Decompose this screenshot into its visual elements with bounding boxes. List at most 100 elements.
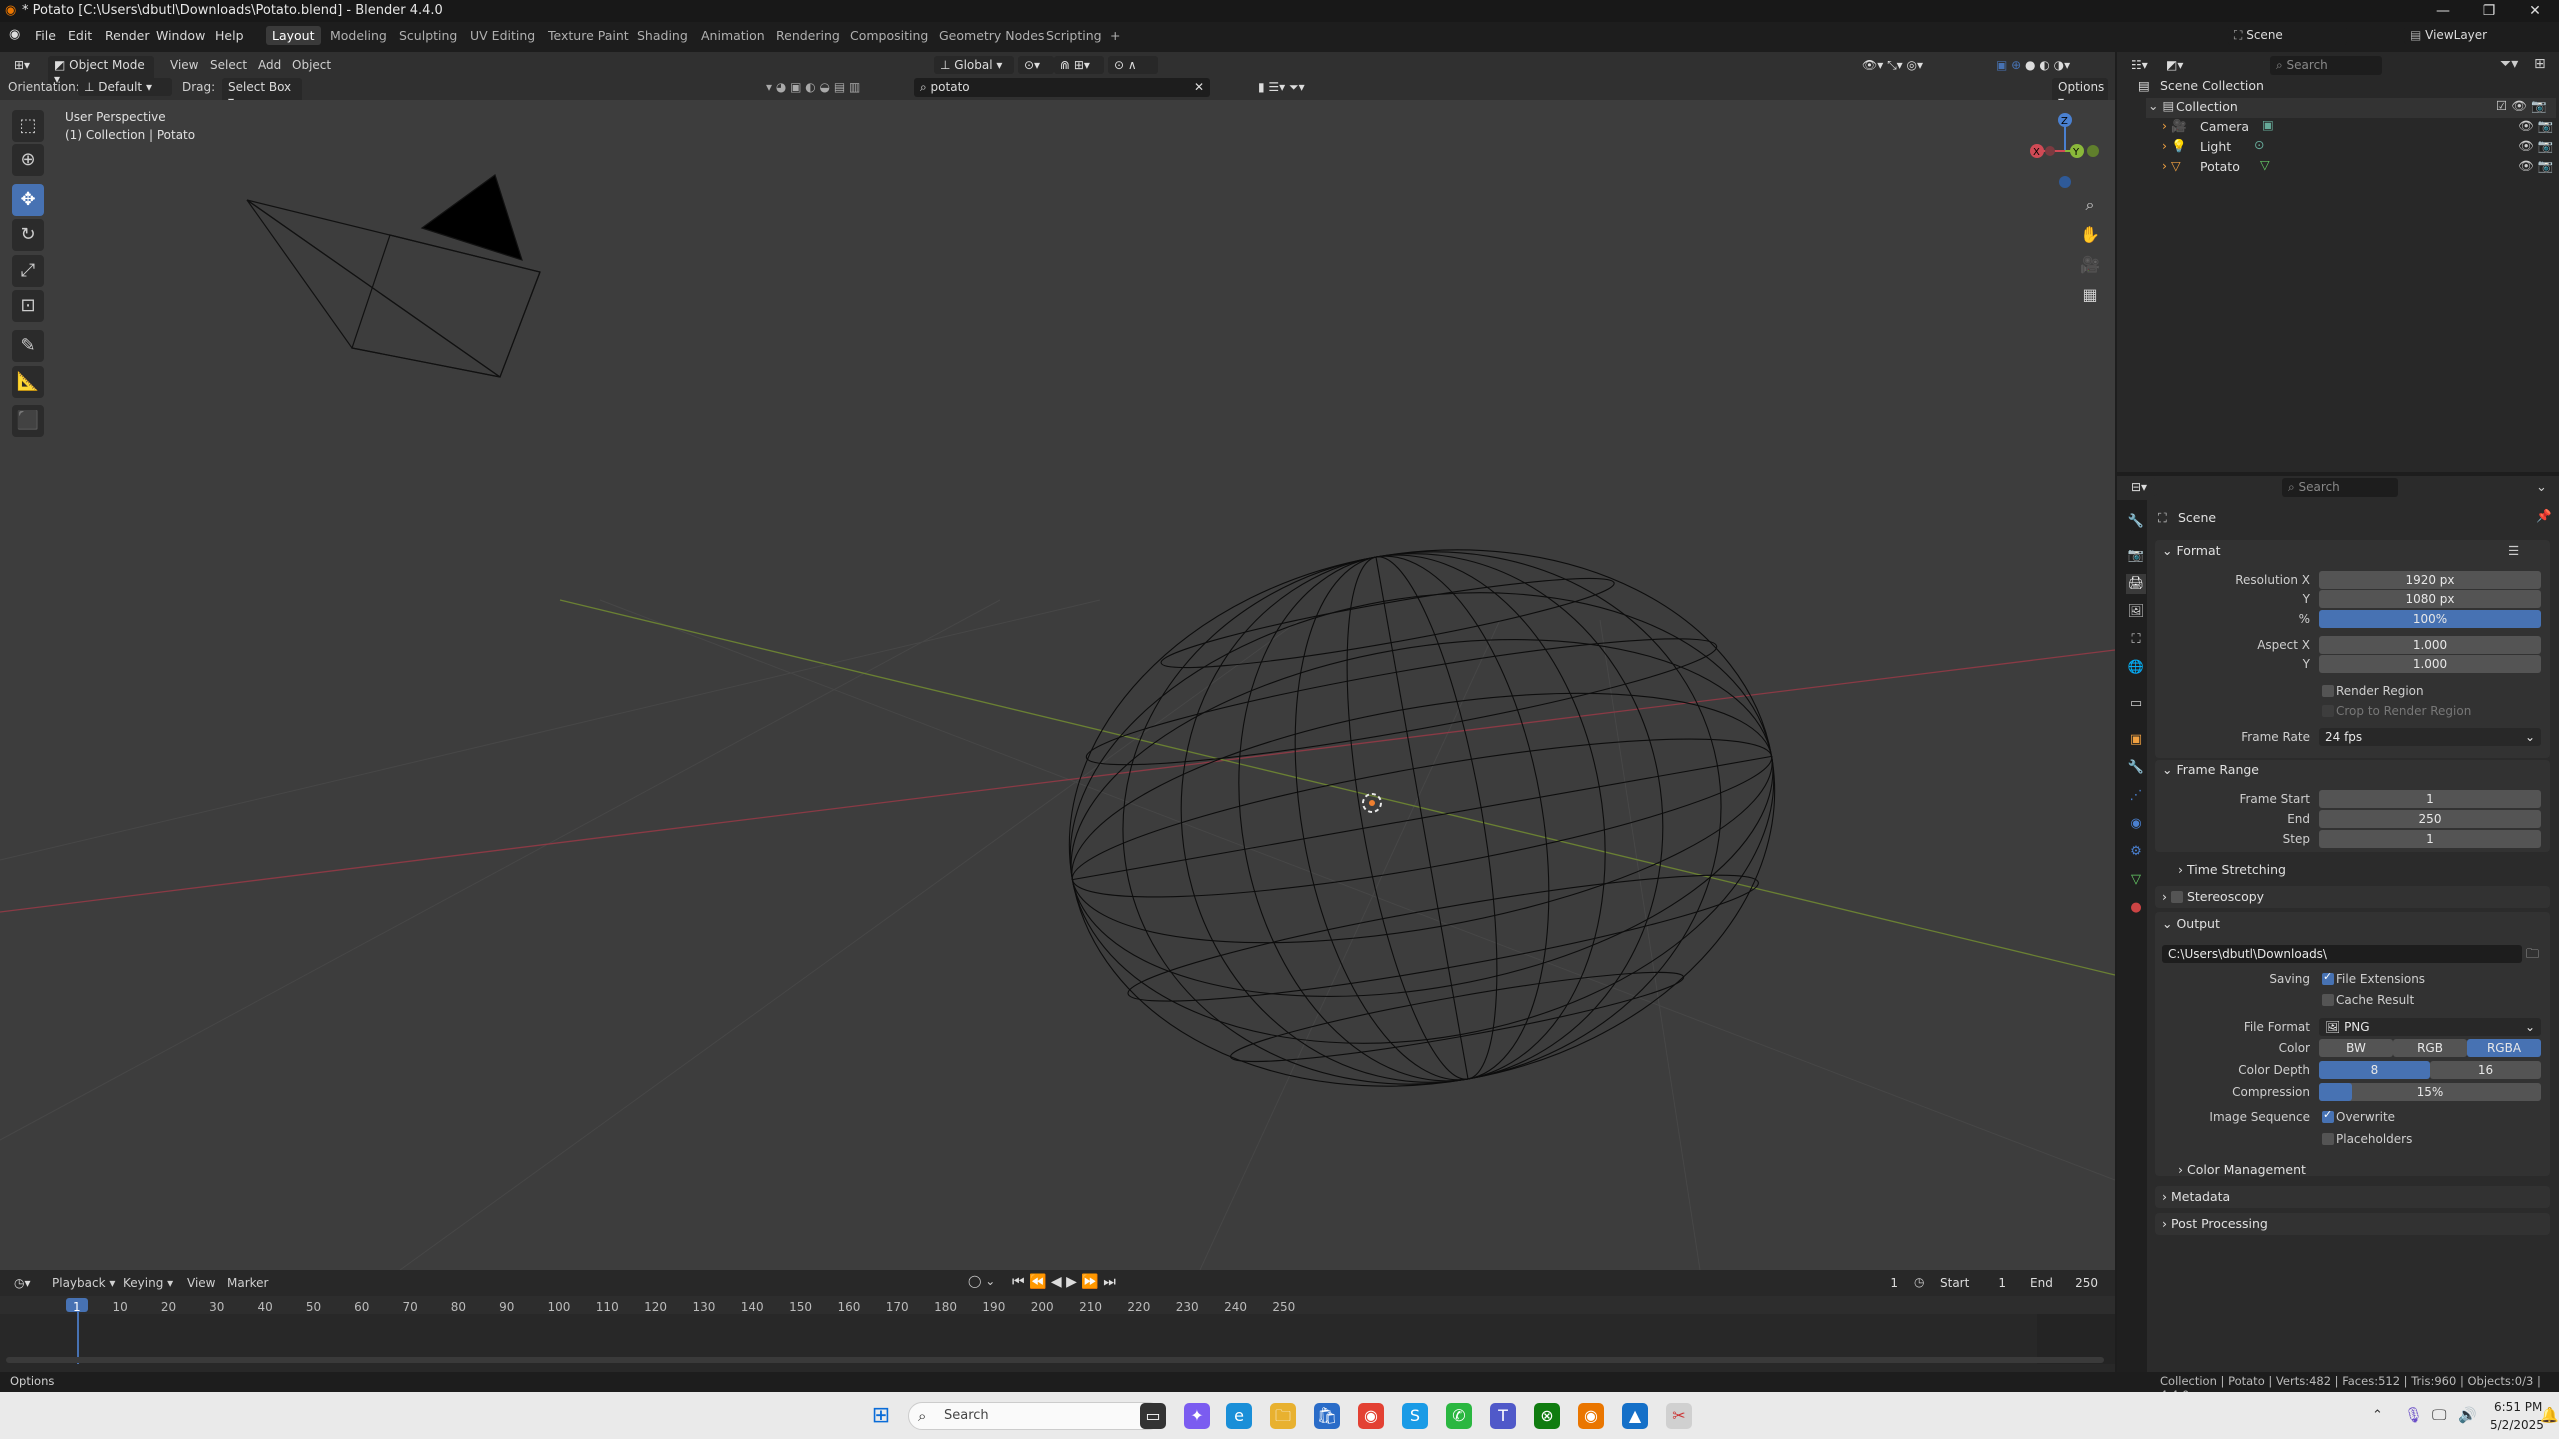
select-box-tool[interactable]: ⬚ — [12, 110, 44, 142]
menu-render[interactable]: Render — [105, 28, 150, 43]
current-frame-field[interactable]: 1 — [1832, 1274, 1904, 1292]
tab-compositing[interactable]: Compositing — [850, 28, 928, 43]
viewport-menu-view[interactable]: View — [170, 58, 198, 72]
tab-shading[interactable]: Shading — [637, 28, 688, 43]
cursor-tool[interactable]: ⊕ — [12, 144, 44, 176]
object-type-filter-group[interactable]: ▾ ◕ ▣ ◐ ◒ ▤ ▥ — [760, 78, 910, 96]
file-explorer-icon[interactable]: 🗀 — [1270, 1403, 1296, 1429]
stereoscopy-section-header[interactable]: › Stereoscopy — [2162, 889, 2264, 904]
file-extensions-checkbox[interactable] — [2322, 970, 2334, 985]
resolution-y-field[interactable]: 1080 px — [2319, 590, 2541, 608]
timeline-menu-playback[interactable]: Playback ▾ — [52, 1276, 115, 1290]
color-bw-button[interactable]: BW — [2319, 1039, 2393, 1057]
close-button[interactable]: ✕ — [2512, 0, 2558, 22]
viewport-menu-add[interactable]: Add — [258, 58, 281, 72]
viewport-menu-select[interactable]: Select — [210, 58, 247, 72]
measure-tool[interactable]: 📐 — [12, 366, 44, 398]
folder-icon[interactable]: 🗀 — [2526, 945, 2539, 967]
proportional-editing-button[interactable]: ⊙ ∧ — [1108, 56, 1158, 74]
move-tool[interactable]: ✥ — [12, 184, 44, 216]
transform-tool[interactable]: ⊡ — [12, 290, 44, 322]
timeline-menu-marker[interactable]: Marker — [227, 1276, 268, 1290]
aspect-x-field[interactable]: 1.000 — [2319, 636, 2541, 654]
origin-3d-cursor[interactable] — [1362, 793, 1382, 813]
properties-search-input[interactable]: ⌕ Search — [2282, 478, 2398, 497]
depth-16-button[interactable]: 16 — [2430, 1061, 2541, 1079]
color-management-subpanel[interactable]: › Color Management — [2178, 1162, 2306, 1177]
camera-visibility-icons[interactable]: 👁 📷 — [2518, 118, 2553, 134]
light-visibility-icons[interactable]: 👁 📷 — [2518, 138, 2553, 154]
file-format-dropdown[interactable]: 🖼 PNG ⌄ — [2319, 1018, 2541, 1036]
tab-layout[interactable]: Layout — [266, 26, 321, 45]
timeline-menu-keying[interactable]: Keying ▾ — [123, 1276, 173, 1290]
collection-visibility-icons[interactable]: ☑ 👁 📷 — [2496, 98, 2547, 114]
outliner-editor-type-button[interactable]: ☷▾ — [2125, 56, 2157, 74]
tool-tab-icon[interactable]: 🔧 — [2126, 512, 2146, 532]
outliner-camera[interactable]: Camera — [2200, 119, 2249, 134]
annotate-tool[interactable]: ✎ — [12, 330, 44, 362]
frame-step-field[interactable]: 1 — [2319, 830, 2541, 848]
outliner-light[interactable]: Light — [2200, 139, 2231, 154]
store-icon[interactable]: 🛍 — [1314, 1403, 1340, 1429]
menu-window[interactable]: Window — [156, 28, 205, 43]
outliner-filter-icon[interactable]: ⏷▾ — [2500, 56, 2518, 72]
zoom-icon[interactable]: ⌕ — [2075, 190, 2105, 220]
cache-result-checkbox[interactable] — [2322, 994, 2334, 1006]
taskbar-date[interactable]: 5/2/2025 — [2490, 1418, 2544, 1432]
data-tab-icon[interactable]: ▽ — [2126, 870, 2146, 890]
minimize-button[interactable]: — — [2420, 0, 2466, 22]
frame-range-section-header[interactable]: ⌄ Frame Range — [2162, 762, 2259, 777]
color-rgb-button[interactable]: RGB — [2393, 1039, 2467, 1057]
ortho-grid-icon[interactable]: ▦ — [2075, 280, 2105, 310]
overwrite-checkbox[interactable] — [2322, 1108, 2334, 1123]
add-cube-tool[interactable]: ⬛ — [12, 405, 44, 437]
depth-8-button[interactable]: 8 — [2319, 1061, 2430, 1079]
chrome-icon[interactable]: ◉ — [1358, 1403, 1384, 1429]
taskbar-time[interactable]: 6:51 PM — [2494, 1400, 2542, 1414]
output-tab-icon[interactable]: 🖨 — [2126, 574, 2146, 594]
timeline-scrollbar[interactable] — [6, 1357, 2104, 1363]
start-frame-field[interactable]: Start 1 — [1934, 1274, 2012, 1292]
render-tab-icon[interactable]: 📷 — [2126, 546, 2146, 566]
new-collection-icon[interactable]: ⊞ — [2534, 56, 2546, 72]
navigation-gizmo[interactable]: Z X Y — [2020, 104, 2110, 194]
tab-modeling[interactable]: Modeling — [330, 28, 387, 43]
clear-search-icon[interactable]: ✕ — [1194, 80, 1204, 94]
potato-mesh[interactable] — [1026, 495, 1817, 1140]
format-presets-icon[interactable]: ☰ — [2508, 543, 2519, 558]
microphone-icon[interactable]: 🎙 — [2404, 1406, 2423, 1424]
3d-viewport[interactable] — [0, 100, 2115, 1270]
shading-mode-group[interactable]: ▣ ⊕ ● ◐ ◑▾ — [1990, 56, 2102, 74]
orientation-selector[interactable]: ⊥ Default ▾ — [78, 78, 172, 96]
visibility-gizmo-group[interactable]: 👁▾ ⤡▾ ◎▾ — [1856, 56, 1966, 75]
timeline-menu-view[interactable]: View — [187, 1276, 215, 1290]
windows-start-icon[interactable]: ⊞ — [868, 1403, 894, 1429]
menu-help[interactable]: Help — [215, 28, 244, 43]
tab-sculpting[interactable]: Sculpting — [399, 28, 457, 43]
xbox-icon[interactable]: ⊗ — [1534, 1403, 1560, 1429]
copilot-icon[interactable]: ✦ — [1184, 1403, 1210, 1429]
scene-selector[interactable]: ⛶ Scene — [2228, 26, 2347, 45]
potato-visibility-icons[interactable]: 👁 📷 — [2518, 158, 2553, 174]
output-path-field[interactable]: C:\Users\dbutl\Downloads\ — [2162, 945, 2522, 963]
tab-texture-paint[interactable]: Texture Paint — [548, 28, 629, 43]
resolution-x-field[interactable]: 1920 px — [2319, 571, 2541, 589]
frame-end-field[interactable]: 250 — [2319, 810, 2541, 828]
snapping-button[interactable]: ⋒ ⊞▾ — [1054, 56, 1104, 74]
notifications-icon[interactable]: 🔔 — [2540, 1406, 2559, 1424]
tab-animation[interactable]: Animation — [701, 28, 765, 43]
collection-tab-icon[interactable]: ▭ — [2126, 694, 2146, 714]
outliner-scene-collection[interactable]: Scene Collection — [2160, 78, 2264, 93]
task-view-icon[interactable]: ▭ — [1140, 1403, 1166, 1429]
particles-tab-icon[interactable]: ⋰ — [2126, 786, 2146, 806]
snipping-tool-icon[interactable]: ✂ — [1666, 1403, 1692, 1429]
frame-rate-dropdown[interactable]: 24 fps ⌄ — [2319, 728, 2541, 746]
view-layer-tab-icon[interactable]: 🖼 — [2126, 602, 2146, 622]
playback-controls[interactable]: ⏮ ⏪ ◀ ▶ ⏩ ⏭ — [1012, 1274, 1116, 1290]
placeholders-checkbox[interactable] — [2322, 1133, 2334, 1145]
stereoscopy-checkbox[interactable] — [2170, 891, 2183, 903]
properties-options-icon[interactable]: ⌄ — [2536, 480, 2547, 495]
menu-file[interactable]: File — [35, 28, 56, 43]
format-section-header[interactable]: ⌄ Format — [2162, 543, 2221, 558]
camera-object[interactable] — [246, 174, 541, 378]
